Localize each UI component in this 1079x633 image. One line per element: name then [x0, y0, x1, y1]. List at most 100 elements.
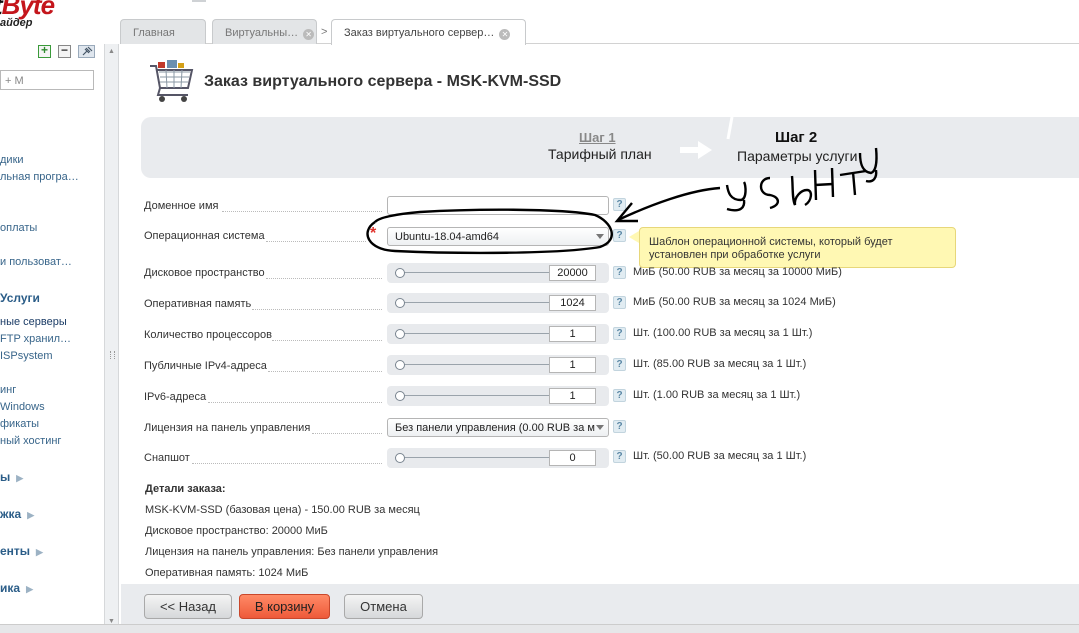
sidebar-section[interactable]: ы ▶	[0, 470, 23, 484]
chevron-down-icon	[596, 234, 604, 239]
tab-virtual-servers[interactable]: Виртуальны… ✕	[212, 19, 317, 44]
help-icon[interactable]: ?	[613, 296, 626, 309]
order-detail-line: Дисковое пространство: 20000 МиБ	[145, 525, 328, 537]
chevron-right-icon: ▶	[16, 473, 24, 483]
domain-label: Доменное имя	[144, 200, 219, 212]
domain-input[interactable]	[387, 196, 609, 215]
top-strip	[192, 0, 206, 2]
help-icon[interactable]: ?	[613, 389, 626, 402]
chevron-right-icon: >	[321, 26, 328, 38]
sidebar-item-ftp[interactable]: FTP хранил…	[0, 333, 71, 345]
tab-home[interactable]: Главная	[120, 19, 206, 44]
snapshot-hint: Шт. (50.00 RUB за месяц за 1 Шт.)	[633, 450, 807, 462]
sidebar-item[interactable]: дики	[0, 154, 24, 166]
tab-order-server[interactable]: Заказ виртуального сервер… ✕	[331, 19, 526, 45]
order-detail-line: Лицензия на панель управления: Без панел…	[145, 546, 439, 558]
os-tooltip: Шаблон операционной системы, который буд…	[639, 227, 956, 268]
slider-handle[interactable]	[395, 453, 405, 463]
sidebar-item-certificates[interactable]: фикаты	[0, 418, 39, 430]
step-1-title[interactable]: Шаг 1	[579, 130, 616, 145]
scroll-up-icon[interactable]: ▲	[108, 48, 115, 55]
sidebar-section[interactable]: енты ▶	[0, 544, 43, 558]
sidebar-item-windows[interactable]: Windows	[0, 401, 45, 413]
shopping-cart-icon	[148, 60, 196, 107]
sidebar-section-services[interactable]: Услуги	[0, 291, 40, 305]
ram-value-input[interactable]: 1024	[549, 295, 596, 311]
chevron-right-icon: ▶	[26, 584, 33, 594]
ipv6-slider[interactable]: 1	[387, 386, 609, 406]
snapshot-slider[interactable]: 0	[387, 448, 609, 468]
cpu-label: Количество процессоров	[144, 329, 272, 341]
os-label: Операционная система	[144, 230, 265, 242]
sidebar-item-hosting[interactable]: инг	[0, 384, 16, 396]
ipv6-value-input[interactable]: 1	[549, 388, 596, 404]
sidebar-item-virtual-servers[interactable]: ные серверы	[0, 316, 67, 328]
chevron-right-icon: ▶	[36, 547, 43, 557]
step-1-subtitle: Тарифный план	[548, 146, 652, 162]
disk-hint: МиБ (50.00 RUB за месяц за 10000 МиБ)	[633, 266, 842, 278]
help-icon[interactable]: ?	[613, 420, 626, 433]
snapshot-value-input[interactable]: 0	[549, 450, 596, 466]
help-icon[interactable]: ?	[613, 327, 626, 340]
slider-handle[interactable]	[395, 360, 405, 370]
back-button[interactable]: << Назад	[144, 594, 232, 619]
cpu-slider[interactable]: 1	[387, 324, 609, 344]
order-detail-line: Оперативная память: 1024 МиБ	[145, 567, 309, 579]
sidebar-section[interactable]: жка ▶	[0, 507, 34, 521]
required-marker: *	[370, 225, 377, 242]
help-icon[interactable]: ?	[613, 266, 626, 279]
sidebar-scrollbar[interactable]: ▲ ▼	[104, 44, 119, 632]
sidebar-search-input[interactable]: + M	[0, 70, 94, 90]
ipv4-value-input[interactable]: 1	[549, 357, 596, 373]
ipv4-label: Публичные IPv4-адреса	[144, 360, 267, 372]
sidebar-item-ispsystem[interactable]: ISPsystem	[0, 350, 53, 362]
logo: tByte айдер	[0, 0, 55, 29]
slider-handle[interactable]	[395, 298, 405, 308]
plus-icon[interactable]: +	[38, 43, 51, 58]
tooltip-tail	[629, 231, 639, 243]
ipv4-hint: Шт. (85.00 RUB за месяц за 1 Шт.)	[633, 358, 807, 370]
sidebar-item[interactable]: льная програ…	[0, 171, 79, 183]
ram-label: Оперативная память	[144, 298, 252, 310]
order-detail-line: MSK-KVM-SSD (базовая цена) - 150.00 RUB …	[145, 504, 420, 516]
cancel-button[interactable]: Отмена	[344, 594, 423, 619]
sidebar-item-virtual-hosting[interactable]: ный хостинг	[0, 435, 61, 447]
license-label: Лицензия на панель управления	[144, 422, 311, 434]
close-icon[interactable]: ✕	[499, 29, 511, 40]
add-to-cart-button[interactable]: В корзину	[239, 594, 330, 619]
disk-label: Дисковое пространство	[144, 267, 265, 279]
ipv4-slider[interactable]: 1	[387, 355, 609, 375]
disk-value-input[interactable]: 20000	[549, 265, 596, 281]
step-2-subtitle: Параметры услуги	[737, 148, 858, 164]
help-icon[interactable]: ?	[613, 229, 626, 242]
pin-icon[interactable]	[78, 45, 95, 58]
help-icon[interactable]: ?	[613, 450, 626, 463]
help-icon[interactable]: ?	[613, 358, 626, 371]
slider-handle[interactable]	[395, 329, 405, 339]
help-icon[interactable]: ?	[613, 198, 626, 211]
snapshot-label: Снапшот	[144, 452, 190, 464]
sidebar-item[interactable]: оплаты	[0, 222, 37, 234]
close-icon[interactable]: ✕	[303, 29, 315, 40]
ram-hint: МиБ (50.00 RUB за месяц за 1024 МиБ)	[633, 296, 836, 308]
slider-handle[interactable]	[395, 391, 405, 401]
sidebar-section[interactable]: ика ▶	[0, 581, 33, 595]
ipv6-hint: Шт. (1.00 RUB за месяц за 1 Шт.)	[633, 389, 801, 401]
order-details-heading: Детали заказа:	[145, 483, 226, 495]
sidebar-item[interactable]: и пользоват…	[0, 256, 72, 268]
chevron-right-icon: ▶	[27, 510, 35, 520]
slider-handle[interactable]	[395, 268, 405, 278]
os-select[interactable]: Ubuntu-18.04-amd64	[387, 227, 609, 246]
splitter-grip[interactable]	[110, 351, 115, 359]
cpu-value-input[interactable]: 1	[549, 326, 596, 342]
disk-slider[interactable]: 20000	[387, 263, 609, 283]
page-title: Заказ виртуального сервера - MSK-KVM-SSD	[204, 73, 562, 90]
ram-slider[interactable]: 1024	[387, 293, 609, 313]
ipv6-label: IPv6-адреса	[144, 391, 207, 403]
step-arrow-icon	[680, 117, 734, 159]
license-select[interactable]: Без панели управления (0.00 RUB за м	[387, 418, 609, 437]
step-2-title: Шаг 2	[775, 129, 818, 146]
cpu-hint: Шт. (100.00 RUB за месяц за 1 Шт.)	[633, 327, 813, 339]
minus-icon[interactable]: −	[58, 43, 71, 58]
chevron-down-icon	[596, 425, 604, 430]
